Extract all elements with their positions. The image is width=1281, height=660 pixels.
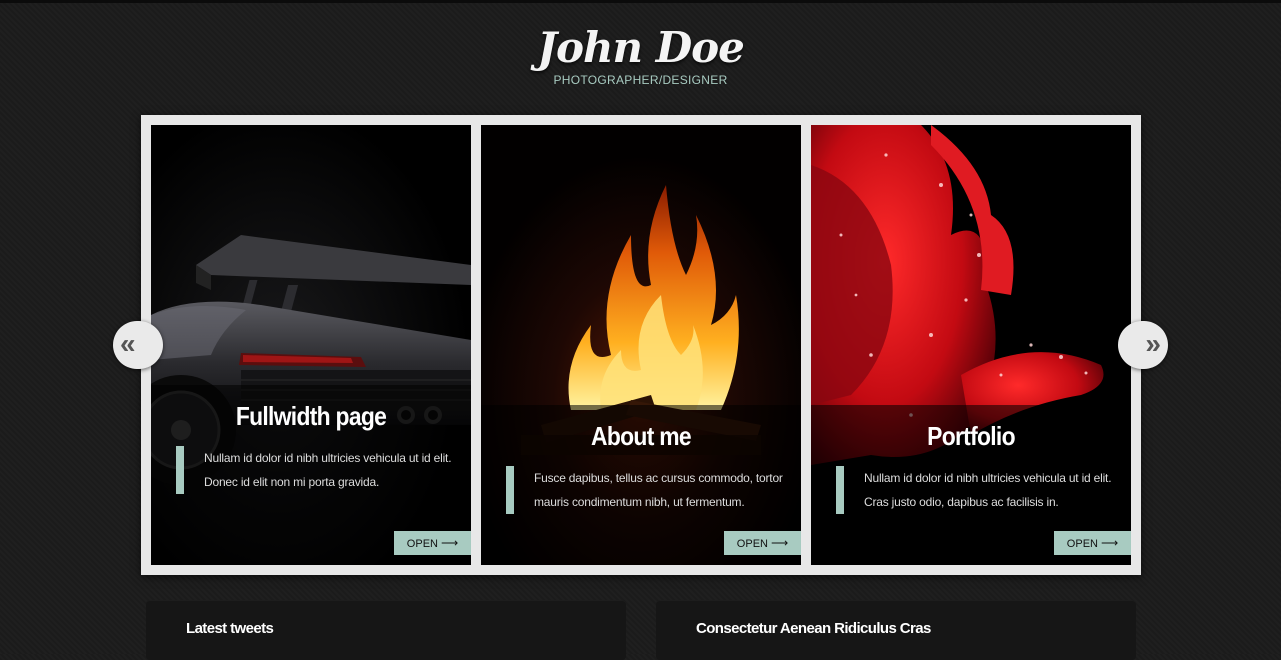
latest-tweets-widget: Latest tweets [146, 600, 626, 660]
site-title[interactable]: John Doe [0, 22, 1281, 74]
double-chevron-right-icon: » [1145, 328, 1161, 359]
open-button-label: OPEN [406, 538, 438, 550]
slide-fullwidth-page[interactable]: Fullwidth page Nullam id dolor id nibh u… [151, 125, 471, 565]
slider: Fullwidth page Nullam id dolor id nibh u… [141, 115, 1141, 575]
open-button-label: OPEN [1066, 538, 1098, 550]
site-subtitle: PHOTOGRAPHER/DESIGNER [553, 73, 728, 87]
open-button-label: OPEN [736, 538, 768, 550]
slide-portfolio[interactable]: Portfolio Nullam id dolor id nibh ultric… [811, 125, 1131, 565]
open-button[interactable]: OPEN ⟶ [724, 531, 801, 555]
top-border [0, 0, 1281, 3]
arrow-right-icon: ⟶ [1100, 536, 1119, 550]
text-widget: Consectetur Aenean Ridiculus Cras [656, 600, 1136, 660]
widget-title: Consectetur Aenean Ridiculus Cras [696, 620, 931, 637]
slide-description: Fusce dapibus, tellus ac cursus commodo,… [506, 466, 799, 514]
slide-about-me[interactable]: About me Fusce dapibus, tellus ac cursus… [481, 125, 801, 565]
open-button[interactable]: OPEN ⟶ [394, 531, 471, 555]
slider-prev-button[interactable]: « [113, 321, 163, 369]
arrow-right-icon: ⟶ [440, 536, 459, 550]
slide-description: Nullam id dolor id nibh ultricies vehicu… [836, 466, 1129, 514]
site-header: John Doe PHOTOGRAPHER/DESIGNER [0, 22, 1281, 87]
widget-title: Latest tweets [186, 620, 274, 637]
slide-title: About me [591, 421, 692, 451]
arrow-right-icon: ⟶ [770, 536, 789, 550]
slider-next-button[interactable]: » [1118, 321, 1168, 369]
slide-title: Fullwidth page [235, 401, 387, 431]
open-button[interactable]: OPEN ⟶ [1054, 531, 1131, 555]
slide-title: Portfolio [927, 421, 1015, 451]
double-chevron-left-icon: « [120, 328, 136, 359]
slide-description: Nullam id dolor id nibh ultricies vehicu… [176, 446, 469, 494]
